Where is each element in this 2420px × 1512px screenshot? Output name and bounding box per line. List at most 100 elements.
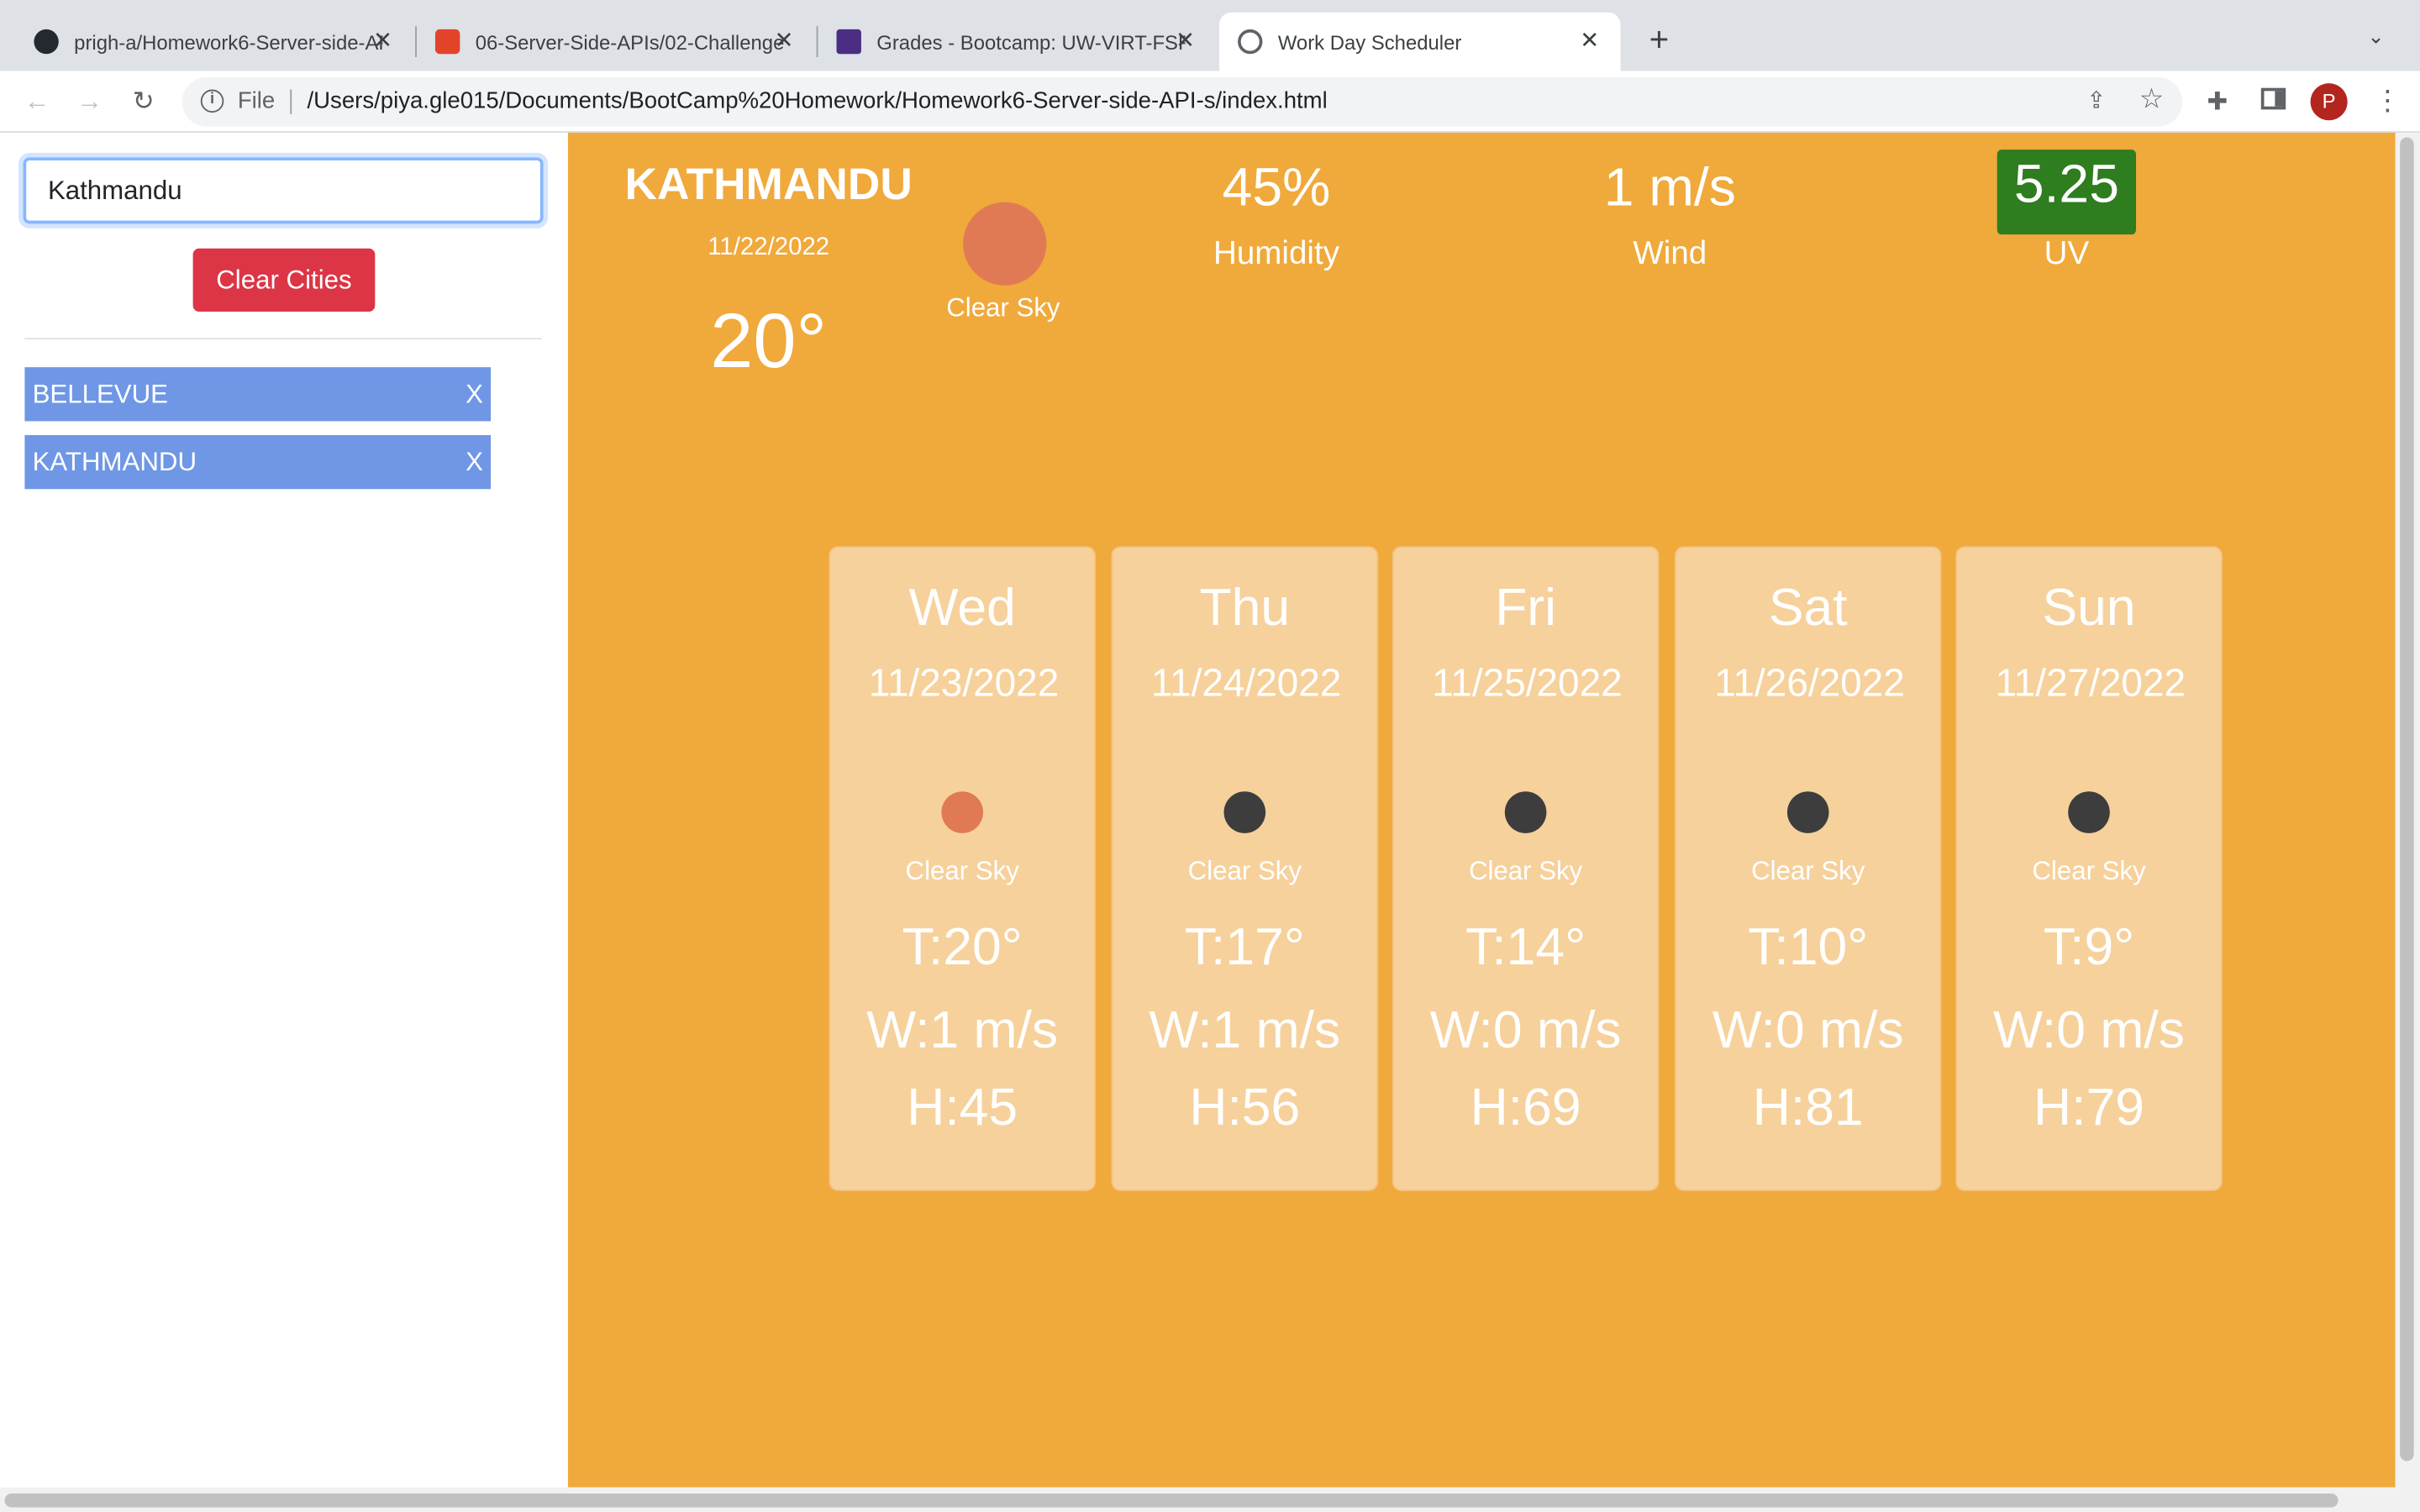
forecast-humidity: H:81 — [1752, 1078, 1864, 1137]
back-icon[interactable]: ← — [18, 83, 55, 120]
browser-toolbar: ← → ↻ i File /Users/piya.gle015/Document… — [0, 71, 2420, 133]
tab-title: prigh-a/Homework6-Server-side-APIs — [74, 29, 383, 54]
uv-badge: 5.25 — [1996, 150, 2137, 235]
close-icon[interactable]: ✕ — [771, 28, 796, 55]
forecast-date: 11/25/2022 — [1432, 661, 1623, 706]
sun-icon — [941, 791, 983, 833]
horizontal-scrollbar[interactable] — [0, 1487, 2420, 1512]
tab-github[interactable]: prigh-a/Homework6-Server-side-APIs ✕ — [15, 13, 413, 71]
share-icon[interactable]: ⇪ — [2086, 87, 2106, 114]
forward-icon[interactable]: → — [71, 83, 108, 120]
forecast-description: Clear Sky — [2032, 856, 2146, 886]
remove-city-button[interactable]: X — [466, 367, 483, 421]
forecast-card-sun: Sun 11/27/2022 Clear Sky T:9° W:0 m/s H:… — [1955, 546, 2223, 1191]
humidity-label: Humidity — [1213, 236, 1339, 272]
forecast-date: 11/24/2022 — [1150, 661, 1342, 706]
forecast-wind: W:0 m/s — [1429, 1001, 1622, 1060]
forecast-date: 11/27/2022 — [1995, 661, 2186, 706]
forecast-wind: W:0 m/s — [1993, 1001, 2185, 1060]
menu-kebab-icon[interactable]: ⋮ — [2374, 83, 2402, 117]
tab-title: Work Day Scheduler — [1277, 29, 1462, 54]
uv-label: UV — [2044, 236, 2090, 272]
weather-panel: KATHMANDU 11/22/2022 20° Clear Sky 45% H… — [567, 132, 2396, 1488]
close-icon[interactable]: ✕ — [1577, 28, 1602, 55]
wind-label: Wind — [1633, 236, 1707, 272]
forecast-date: 11/26/2022 — [1714, 661, 1905, 706]
city-search-input[interactable] — [23, 157, 544, 224]
forecast-date: 11/23/2022 — [868, 661, 1060, 706]
forecast-humidity: H:45 — [907, 1078, 1018, 1137]
forecast-humidity: H:79 — [2033, 1078, 2144, 1137]
profile-avatar[interactable]: P — [2310, 83, 2348, 121]
close-icon[interactable]: ✕ — [371, 28, 395, 55]
forecast-temp: T:20° — [902, 917, 1023, 977]
remove-city-button[interactable]: X — [466, 435, 483, 489]
bookmark-star-icon[interactable]: ☆ — [2139, 83, 2165, 116]
sidebar: Clear Cities BELLEVUE X KATHMANDU X — [0, 132, 568, 1491]
forecast-day: Fri — [1495, 578, 1557, 638]
github-icon — [34, 29, 59, 55]
sun-icon — [963, 202, 1047, 286]
forecast-description: Clear Sky — [1468, 856, 1583, 886]
reload-icon[interactable]: ↻ — [125, 83, 162, 120]
forecast-card-sat: Sat 11/26/2022 Clear Sky T:10° W:0 m/s H… — [1674, 546, 1942, 1191]
city-name: KATHMANDU — [624, 160, 913, 210]
forecast-day: Wed — [908, 578, 1016, 638]
moon-icon — [1786, 791, 1829, 833]
forecast-card-wed: Wed 11/23/2022 Clear Sky T:20° W:1 m/s H… — [829, 546, 1097, 1191]
current-temp: 20° — [710, 297, 828, 385]
forecast-card-fri: Fri 11/25/2022 Clear Sky T:14° W:0 m/s H… — [1392, 546, 1660, 1191]
current-description: Clear Sky — [946, 292, 1060, 323]
forecast-wind: W:1 m/s — [866, 1001, 1059, 1060]
forecast-humidity: H:69 — [1470, 1078, 1581, 1137]
tab-scheduler[interactable]: Work Day Scheduler ✕ — [1219, 12, 1621, 71]
moon-icon — [2068, 791, 2110, 833]
tab-title: 06-Server-Side-APIs/02-Challenge — [475, 29, 785, 54]
city-item-kathmandu[interactable]: KATHMANDU X — [24, 434, 492, 490]
forecast-humidity: H:56 — [1189, 1078, 1301, 1137]
divider — [290, 89, 292, 114]
gitlab-icon — [434, 29, 460, 55]
humidity-value: 45% — [1222, 157, 1331, 218]
globe-icon — [1238, 29, 1263, 55]
scrollbar-thumb[interactable] — [4, 1493, 2338, 1508]
forecast-wind: W:0 m/s — [1712, 1001, 1904, 1060]
uw-icon — [836, 29, 861, 55]
extensions-icon[interactable]: ✚ — [2207, 87, 2228, 118]
info-icon[interactable]: i — [200, 89, 224, 113]
close-icon[interactable]: ✕ — [1173, 28, 1197, 55]
vertical-scrollbar[interactable] — [2395, 132, 2420, 1491]
tab-strip: prigh-a/Homework6-Server-side-APIs ✕ 06-… — [0, 0, 2420, 71]
new-tab-icon[interactable]: + — [1642, 21, 1676, 59]
city-label[interactable]: KATHMANDU — [33, 448, 197, 477]
moon-icon — [1223, 791, 1266, 833]
url-text[interactable]: /Users/piya.gle015/Documents/BootCamp%20… — [308, 88, 1328, 114]
forecast-temp: T:10° — [1748, 917, 1869, 977]
city-item-bellevue[interactable]: BELLEVUE X — [24, 367, 492, 422]
forecast-card-thu: Thu 11/24/2022 Clear Sky T:17° W:1 m/s H… — [1111, 546, 1379, 1191]
forecast-temp: T:14° — [1465, 917, 1586, 977]
tab-grades[interactable]: Grades - Bootcamp: UW-VIRT-FSF ✕ — [818, 13, 1216, 71]
wind-value: 1 m/s — [1603, 157, 1736, 218]
forecast-day: Sat — [1768, 578, 1848, 638]
current-date: 11/22/2022 — [708, 234, 830, 261]
tab-search-icon[interactable]: ⌄ — [2368, 24, 2385, 49]
city-label[interactable]: BELLEVUE — [33, 380, 168, 409]
forecast-description: Clear Sky — [1187, 856, 1302, 886]
forecast-description: Clear Sky — [1751, 856, 1865, 886]
scheme-label: File — [237, 87, 276, 114]
tab-title: Grades - Bootcamp: UW-VIRT-FSF — [876, 29, 1186, 54]
clear-cities-button[interactable]: Clear Cities — [192, 248, 376, 312]
scrollbar-thumb[interactable] — [2400, 137, 2414, 1462]
forecast-day: Thu — [1199, 578, 1291, 638]
moon-icon — [1504, 791, 1547, 833]
forecast-temp: T:17° — [1184, 917, 1305, 977]
address-bar[interactable]: i File /Users/piya.gle015/Documents/Boot… — [182, 76, 2183, 127]
tab-gitlab[interactable]: 06-Server-Side-APIs/02-Challenge ✕ — [417, 13, 815, 71]
forecast-description: Clear Sky — [905, 856, 1019, 886]
forecast-temp: T:9° — [2043, 917, 2135, 977]
divider — [24, 338, 542, 340]
forecast-day: Sun — [2042, 578, 2136, 638]
side-panel-icon[interactable] — [2260, 87, 2286, 110]
forecast-wind: W:1 m/s — [1149, 1001, 1341, 1060]
